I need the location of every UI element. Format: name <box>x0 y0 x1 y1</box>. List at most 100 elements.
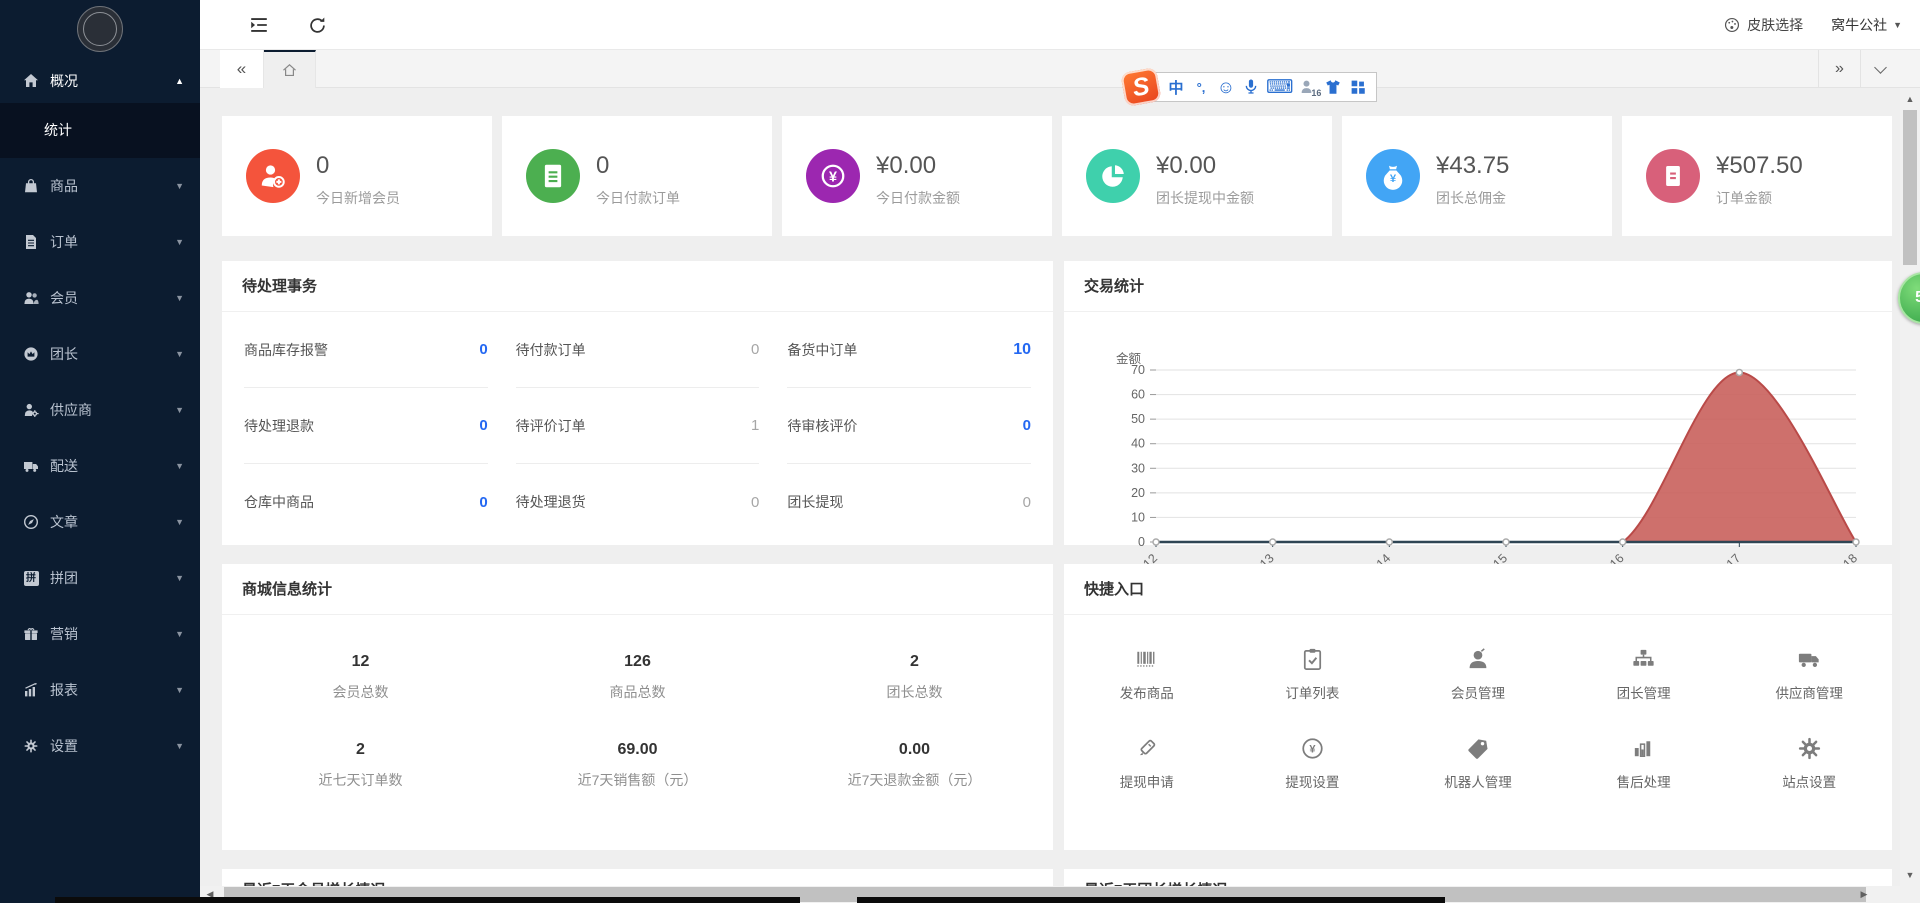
sidebar-item-statistics[interactable]: 统计 <box>0 103 200 158</box>
pending-item-preparing-orders[interactable]: 备货中订单 10 <box>787 312 1031 388</box>
pending-value[interactable]: 0 <box>479 494 487 511</box>
user-gear-icon <box>22 401 40 419</box>
sidebar-nav: 概况 ▲ 统计 商品 ▼ 订单 ▼ 会员 ▼ 团长 ▼ 供应商 ▼ <box>0 58 200 774</box>
svg-text:¥: ¥ <box>1309 743 1316 755</box>
pending-item-returns[interactable]: 待处理退货0 <box>516 464 760 540</box>
scroll-down-arrow-icon[interactable]: ▼ <box>1900 866 1920 884</box>
chevron-down-icon: ▼ <box>175 461 184 471</box>
quick-supplier-manage[interactable]: 供应商管理 <box>1726 629 1892 718</box>
palette-icon <box>1723 16 1741 34</box>
gift-icon <box>22 625 40 643</box>
pending-item-unpaid-orders[interactable]: 待付款订单0 <box>516 312 760 388</box>
quick-member-manage[interactable]: 会员管理 <box>1395 629 1561 718</box>
pending-value[interactable]: 1 <box>751 417 759 434</box>
sidebar-item-label: 概况 <box>50 71 175 91</box>
ime-punctuation-button[interactable]: °, <box>1191 75 1211 99</box>
top-bar: 皮肤选择 窝牛公社 ▼ <box>200 0 1920 50</box>
sidebar-item-groupbuy[interactable]: 拼 拼团 ▼ <box>0 550 200 606</box>
tabs-collapse-button[interactable]: « <box>220 50 264 88</box>
pending-label: 备货中订单 <box>787 340 857 360</box>
pending-label: 待审核评价 <box>787 416 857 436</box>
quick-order-list[interactable]: 订单列表 <box>1230 629 1396 718</box>
sidebar-item-overview[interactable]: 概况 ▲ <box>0 58 200 103</box>
tab-home[interactable] <box>264 50 316 88</box>
sidebar-item-articles[interactable]: 文章 ▼ <box>0 494 200 550</box>
quick-label: 售后处理 <box>1617 771 1671 791</box>
pending-value[interactable]: 0 <box>479 417 487 434</box>
chart-bars-icon <box>22 681 40 699</box>
panel-title: 商城信息统计 <box>222 564 1053 615</box>
vertical-scroll-thumb[interactable] <box>1903 110 1917 265</box>
quick-withdraw-apply[interactable]: 提现申请 <box>1064 718 1230 807</box>
ime-chinese-mode-button[interactable]: 中 <box>1166 75 1186 99</box>
sidebar-item-orders[interactable]: 订单 ▼ <box>0 214 200 270</box>
ime-skin-button[interactable] <box>1323 75 1343 99</box>
mall-value: 2 <box>356 741 365 759</box>
quick-robot-manage[interactable]: 机器人管理 <box>1395 718 1561 807</box>
money-bag-icon: ¥ <box>1366 149 1420 203</box>
barcode-icon <box>1133 646 1160 673</box>
quick-site-settings[interactable]: 站点设置 <box>1726 718 1892 807</box>
pending-item-refunds[interactable]: 待处理退款0 <box>244 388 488 464</box>
ime-account-button[interactable]: 16 <box>1298 75 1318 99</box>
pending-value[interactable]: 0 <box>1023 417 1031 434</box>
sidebar-item-leaders[interactable]: 团长 ▼ <box>0 326 200 382</box>
sidebar-item-members[interactable]: 会员 ▼ <box>0 270 200 326</box>
pending-label: 仓库中商品 <box>244 492 314 512</box>
quick-aftersale[interactable]: 售后处理 <box>1561 718 1727 807</box>
tabs-menu-button[interactable] <box>1860 50 1900 88</box>
pending-value[interactable]: 0 <box>1023 494 1031 511</box>
sidebar-item-label: 配送 <box>50 456 175 476</box>
vertical-scrollbar[interactable]: ▲ ▼ <box>1900 88 1920 886</box>
sidebar-item-marketing[interactable]: 营销 ▼ <box>0 606 200 662</box>
pending-item-review-audit[interactable]: 待审核评价 0 <box>787 388 1031 464</box>
chevron-down-icon: ▼ <box>175 517 184 527</box>
account-menu[interactable]: 窝牛公社 ▼ <box>1831 15 1902 35</box>
chevron-down-icon: ▼ <box>175 741 184 751</box>
pending-item-review-orders[interactable]: 待评价订单1 <box>516 388 760 464</box>
quick-withdraw-settings[interactable]: ¥ 提现设置 <box>1230 718 1396 807</box>
ime-keyboard-button[interactable]: ⌨ <box>1266 75 1293 99</box>
sidebar-item-reports[interactable]: 报表 ▼ <box>0 662 200 718</box>
quick-leader-manage[interactable]: 团长管理 <box>1561 629 1727 718</box>
quick-grid: 发布商品 订单列表 会员管理 团长管理 供应商管理 提现申请 <box>1064 629 1892 807</box>
pending-item-warehouse-goods[interactable]: 仓库中商品 0 <box>244 464 488 540</box>
trade-stats-panel: 交易统计 010203040506070金额03-1203-1303-1403-… <box>1064 261 1892 545</box>
mall-value: 69.00 <box>617 741 657 759</box>
chevron-down-icon: ▼ <box>175 237 184 247</box>
area-chart: 010203040506070金额03-1203-1303-1403-1503-… <box>1064 350 1892 586</box>
stat-value: ¥43.75 <box>1436 152 1509 180</box>
pending-item-leader-withdraw[interactable]: 团长提现0 <box>787 464 1031 540</box>
scroll-right-arrow-icon[interactable]: ▶ <box>1854 886 1874 903</box>
quick-publish-goods[interactable]: 发布商品 <box>1064 629 1230 718</box>
groupbuy-icon: 拼 <box>22 569 40 587</box>
stat-label: 订单金额 <box>1716 188 1772 208</box>
scroll-up-arrow-icon[interactable]: ▲ <box>1900 90 1920 108</box>
tabs-forward-button[interactable]: » <box>1818 50 1860 88</box>
pending-value[interactable]: 0 <box>479 341 487 358</box>
ime-toolbar: S 中 °, ☺ ⌨ 16 <box>1123 70 1377 104</box>
refresh-button[interactable] <box>292 0 342 50</box>
sidebar-item-settings[interactable]: 设置 ▼ <box>0 718 200 774</box>
skin-select-button[interactable]: 皮肤选择 <box>1723 15 1803 35</box>
sidebar-item-goods[interactable]: 商品 ▼ <box>0 158 200 214</box>
ime-toolbox-button[interactable] <box>1348 75 1368 99</box>
mall-stat-week-sales: 69.00近7天销售额（元） <box>499 721 776 809</box>
logo-badge-icon <box>77 6 123 52</box>
sidebar-item-delivery[interactable]: 配送 ▼ <box>0 438 200 494</box>
ime-emoji-button[interactable]: ☺ <box>1216 75 1236 99</box>
pending-item-stock-alert[interactable]: 商品库存报警0 <box>244 312 488 388</box>
sidebar-item-suppliers[interactable]: 供应商 ▼ <box>0 382 200 438</box>
pending-value[interactable]: 0 <box>751 494 759 511</box>
gear-icon <box>22 737 40 755</box>
ime-voice-button[interactable] <box>1241 75 1261 99</box>
stat-card-withdrawing-amount: ¥0.00 团长提现中金额 <box>1062 116 1332 236</box>
sidebar-toggle-button[interactable] <box>234 0 284 50</box>
sidebar-item-label: 文章 <box>50 512 175 532</box>
sidebar-item-label: 拼团 <box>50 568 175 588</box>
sogou-logo-icon[interactable]: S <box>1120 67 1161 107</box>
pending-value[interactable]: 10 <box>1013 341 1031 359</box>
svg-text:0: 0 <box>1138 535 1145 549</box>
stat-card-new-members: 0 今日新增会员 <box>222 116 492 236</box>
pending-value[interactable]: 0 <box>751 341 759 358</box>
